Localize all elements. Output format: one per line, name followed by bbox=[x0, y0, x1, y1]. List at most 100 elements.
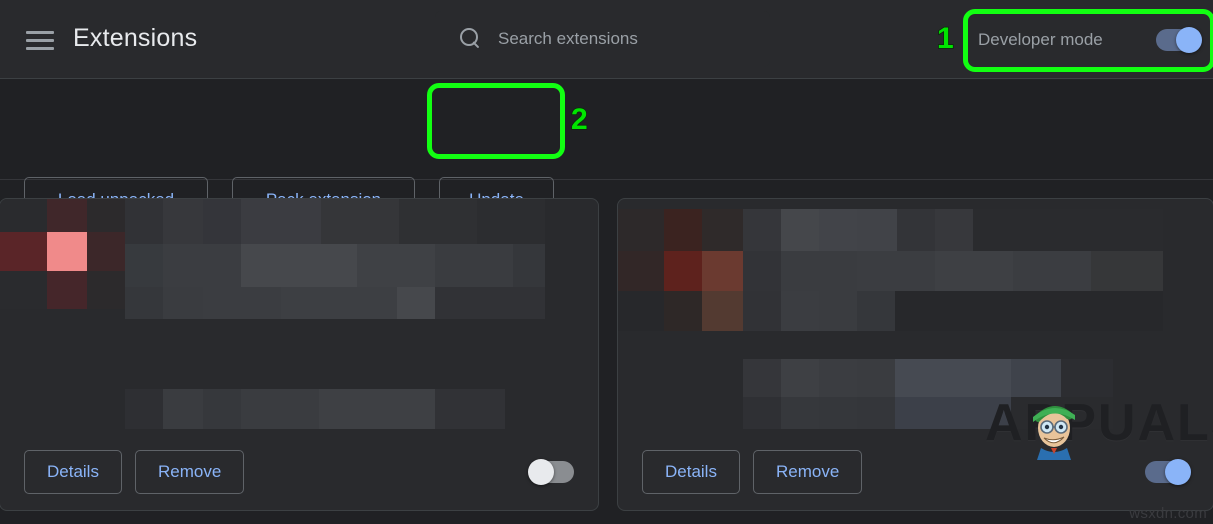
search-icon bbox=[460, 28, 482, 50]
developer-mode-toggle[interactable] bbox=[1156, 27, 1202, 53]
mosaic-block bbox=[125, 244, 163, 287]
mosaic-block bbox=[0, 232, 47, 271]
card-actions: Details Remove bbox=[618, 434, 1213, 510]
mosaic-block bbox=[1061, 359, 1113, 397]
mosaic-block bbox=[435, 244, 513, 287]
mosaic-block bbox=[973, 209, 1163, 251]
mosaic-block bbox=[743, 291, 781, 331]
card-actions: Details Remove bbox=[0, 434, 598, 510]
mosaic-block bbox=[781, 251, 857, 291]
hamburger-bar bbox=[26, 38, 54, 42]
mosaic-block bbox=[819, 359, 857, 397]
mosaic-block bbox=[1011, 359, 1061, 397]
extension-card[interactable]: Details Remove bbox=[617, 198, 1213, 511]
mosaic-block bbox=[1011, 397, 1113, 429]
toggle-knob bbox=[1165, 459, 1191, 485]
mosaic-block bbox=[781, 397, 819, 429]
mosaic-block bbox=[319, 389, 435, 429]
mosaic-block bbox=[203, 244, 241, 287]
mosaic-block bbox=[895, 291, 1163, 331]
extension-description-pixelated bbox=[125, 389, 505, 429]
mosaic-block bbox=[163, 389, 203, 429]
mosaic-block bbox=[163, 199, 203, 244]
mosaic-block bbox=[895, 359, 1011, 397]
callout-number-2: 2 bbox=[570, 103, 588, 136]
mosaic-block bbox=[241, 389, 319, 429]
mosaic-block bbox=[743, 209, 781, 251]
mosaic-block bbox=[0, 271, 47, 309]
details-button[interactable]: Details bbox=[24, 450, 122, 494]
extension-card[interactable]: Details Remove bbox=[0, 198, 599, 511]
mosaic-block bbox=[857, 251, 935, 291]
mosaic-block bbox=[857, 359, 895, 397]
details-button[interactable]: Details bbox=[642, 450, 740, 494]
mosaic-block bbox=[618, 251, 664, 291]
hamburger-bar bbox=[26, 46, 54, 50]
mosaic-block bbox=[0, 199, 47, 232]
mosaic-block bbox=[87, 232, 125, 271]
extension-description-pixelated bbox=[743, 359, 1113, 429]
mosaic-block bbox=[321, 199, 399, 244]
mosaic-block bbox=[664, 291, 702, 331]
mosaic-block bbox=[125, 199, 163, 244]
mosaic-block bbox=[664, 209, 702, 251]
extension-icon-pixelated bbox=[618, 209, 743, 331]
mosaic-block bbox=[357, 244, 435, 287]
mosaic-block bbox=[1013, 251, 1091, 291]
mosaic-block bbox=[935, 209, 973, 251]
mosaic-block bbox=[47, 271, 87, 309]
mosaic-block bbox=[857, 397, 895, 429]
mosaic-block bbox=[87, 199, 125, 232]
mosaic-block bbox=[399, 199, 477, 244]
mosaic-block bbox=[241, 199, 321, 244]
mosaic-block bbox=[702, 251, 743, 291]
mosaic-block bbox=[857, 209, 897, 251]
mosaic-block bbox=[281, 287, 397, 319]
mosaic-block bbox=[819, 397, 857, 429]
mosaic-block bbox=[241, 244, 357, 287]
extension-enable-toggle[interactable] bbox=[1145, 459, 1191, 485]
search-input[interactable] bbox=[498, 29, 758, 49]
toggle-knob bbox=[1176, 27, 1202, 53]
mosaic-block bbox=[203, 287, 281, 319]
mosaic-block bbox=[397, 287, 435, 319]
mosaic-block bbox=[781, 291, 819, 331]
mosaic-block bbox=[781, 209, 819, 251]
developer-mode-label: Developer mode bbox=[978, 30, 1103, 49]
mosaic-block bbox=[857, 291, 895, 331]
search-box[interactable] bbox=[435, 11, 770, 67]
page-header: Extensions Developer mode bbox=[0, 0, 1213, 79]
hamburger-bar bbox=[26, 30, 54, 34]
hamburger-menu-icon[interactable] bbox=[26, 26, 54, 54]
page-title: Extensions bbox=[73, 24, 198, 52]
mosaic-block bbox=[125, 389, 163, 429]
mosaic-block bbox=[743, 359, 781, 397]
extension-enable-toggle[interactable] bbox=[528, 459, 574, 485]
extensions-page: Extensions Developer mode Load unpacked … bbox=[0, 0, 1213, 524]
toggle-knob bbox=[528, 459, 554, 485]
mosaic-block bbox=[513, 244, 545, 287]
extension-enable-toggle-wrap bbox=[1145, 459, 1191, 485]
mosaic-block bbox=[664, 251, 702, 291]
mosaic-block bbox=[1091, 251, 1163, 291]
mosaic-block bbox=[819, 209, 857, 251]
developer-mode-row: Developer mode bbox=[978, 19, 1202, 61]
mosaic-block bbox=[935, 251, 1013, 291]
extension-icon-pixelated bbox=[0, 199, 125, 324]
mosaic-block bbox=[702, 291, 743, 331]
extension-enable-toggle-wrap bbox=[528, 459, 574, 485]
mosaic-block bbox=[781, 359, 819, 397]
remove-button[interactable]: Remove bbox=[134, 450, 245, 494]
mosaic-block bbox=[87, 271, 125, 309]
extensions-toolbar: Load unpacked Pack extension Update bbox=[0, 79, 1213, 222]
mosaic-block bbox=[203, 199, 241, 244]
mosaic-block bbox=[125, 287, 163, 319]
mosaic-block bbox=[618, 291, 664, 331]
mosaic-block bbox=[895, 397, 1011, 429]
extension-name-pixelated bbox=[125, 199, 545, 319]
mosaic-block bbox=[897, 209, 935, 251]
mosaic-block bbox=[435, 389, 505, 429]
remove-button[interactable]: Remove bbox=[752, 450, 863, 494]
mosaic-block bbox=[618, 209, 664, 251]
mosaic-block bbox=[163, 287, 203, 319]
